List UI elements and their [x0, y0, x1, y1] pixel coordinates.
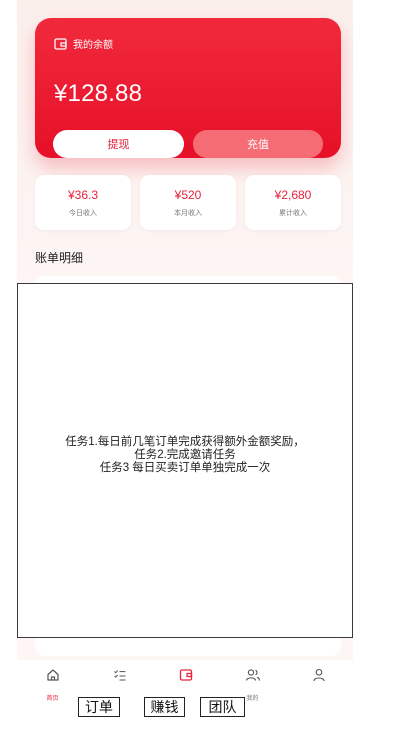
- stat-total-label: 累计收入: [279, 210, 307, 217]
- team-label[interactable]: 团队: [200, 697, 245, 717]
- tab-mine[interactable]: [285, 660, 352, 715]
- balance-card: 我的余额 ¥128.88 提现 充值: [35, 18, 341, 158]
- stat-today-label: 今日收入: [69, 210, 97, 217]
- stat-total: ¥2,680 累计收入: [245, 175, 341, 230]
- wallet-icon: [179, 668, 193, 682]
- home-icon: [46, 668, 60, 682]
- stat-month-label: 本月收入: [174, 210, 202, 217]
- orders-label[interactable]: 订单: [78, 697, 120, 717]
- task-line-3: 任务3 每日买卖订单单独完成一次: [99, 462, 271, 474]
- task-dialog: 任务1.每日前几笔订单完成获得额外金额奖励， 任务2.完成邀请任务 任务3 每日…: [17, 283, 353, 638]
- recharge-button[interactable]: 充值: [193, 130, 323, 158]
- stat-today-value: ¥36.3: [67, 188, 99, 202]
- bottom-tab-bar: 首页 我的: [17, 660, 353, 715]
- withdraw-button[interactable]: 提现: [53, 130, 184, 158]
- stat-total-value: ¥2,680: [274, 188, 312, 202]
- balance-amount: ¥128.88: [54, 80, 143, 107]
- user-icon: [312, 668, 326, 682]
- balance-title: 我的余额: [73, 40, 113, 51]
- task-line-1: 任务1.每日前几笔订单完成获得额外金额奖励，: [65, 436, 305, 448]
- stat-today: ¥36.3 今日收入: [35, 175, 131, 230]
- tab-home[interactable]: 首页: [19, 660, 86, 715]
- wallet-icon: [54, 37, 67, 50]
- earn-label[interactable]: 赚钱: [144, 697, 185, 717]
- task-description: 任务1.每日前几笔订单完成获得额外金额奖励， 任务2.完成邀请任务 任务3 每日…: [18, 436, 352, 475]
- task-list-icon: [113, 668, 127, 682]
- bill-details-title: 账单明细: [35, 251, 84, 265]
- team-icon: [245, 668, 261, 682]
- balance-header: 我的余额: [54, 36, 113, 51]
- stat-month-value: ¥520: [174, 188, 202, 202]
- task-line-2: 任务2.完成邀请任务: [134, 449, 236, 461]
- stat-month: ¥520 本月收入: [140, 175, 236, 230]
- tab-home-label: 首页: [46, 696, 59, 702]
